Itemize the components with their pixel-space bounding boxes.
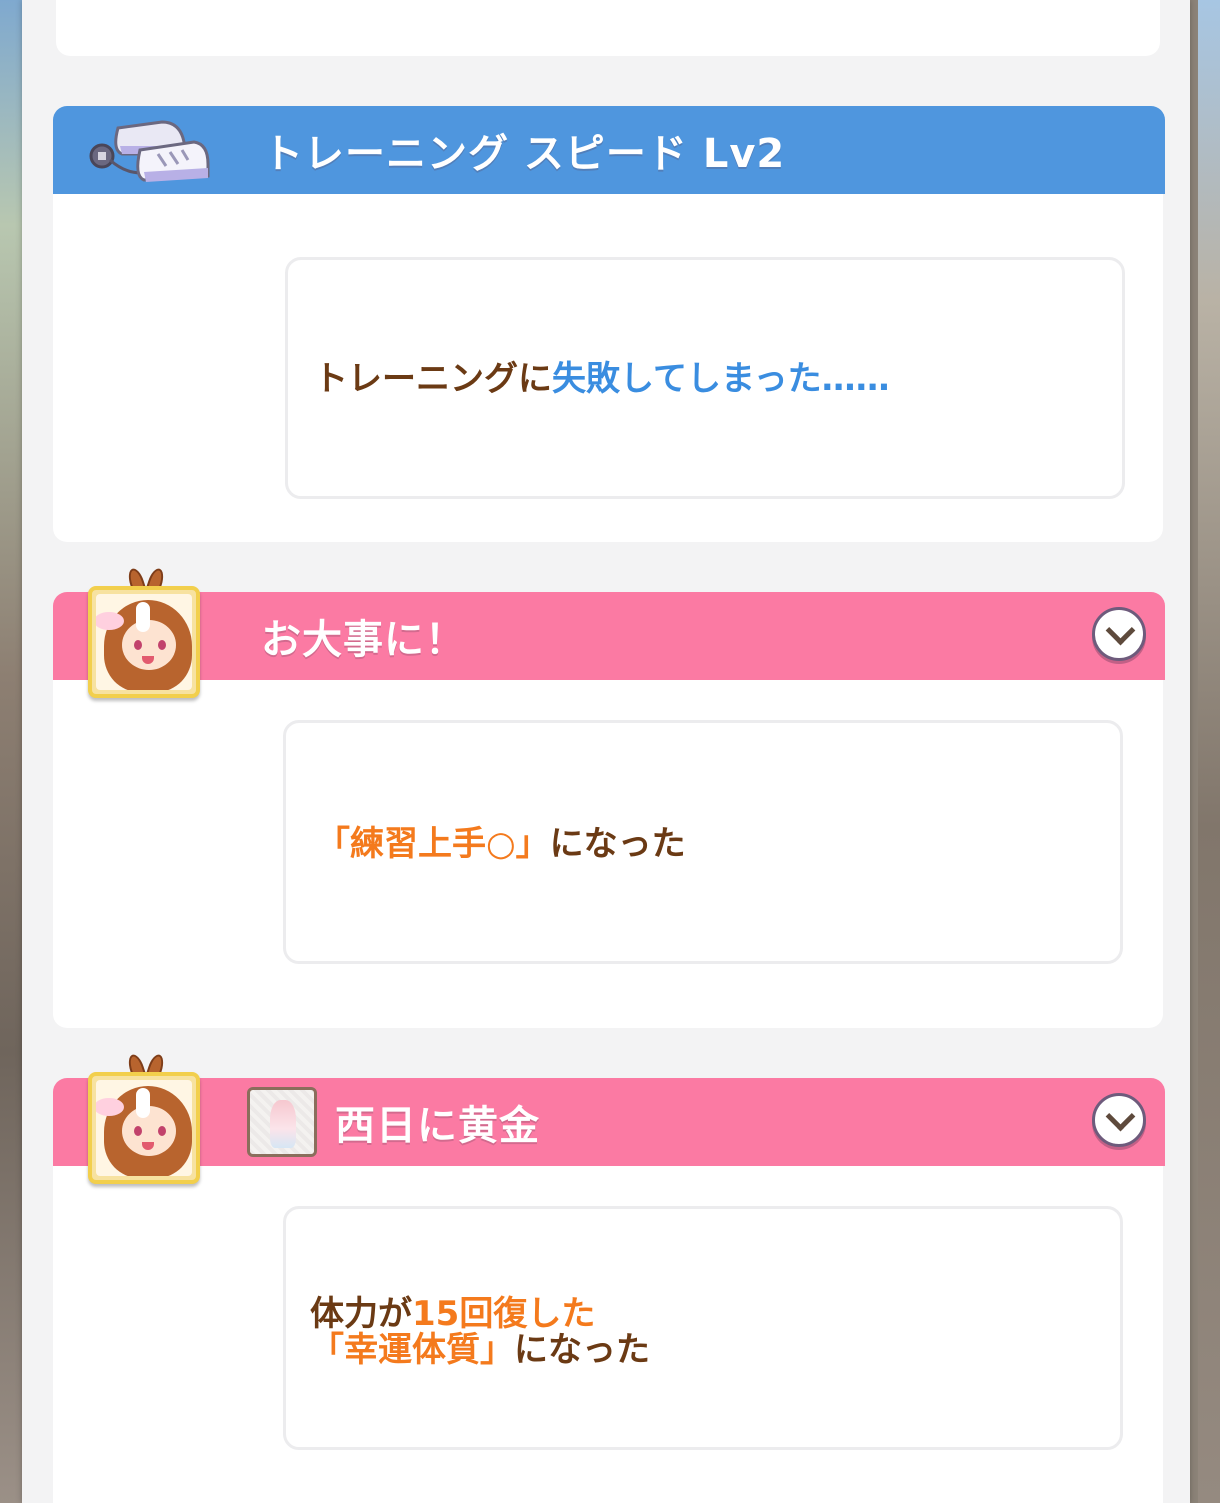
event-title: お大事に！ bbox=[261, 617, 466, 663]
event-message: 「練習上手○」になった bbox=[316, 825, 686, 863]
outfit-icon bbox=[247, 1087, 317, 1157]
message-segment: トレーニングに bbox=[314, 359, 552, 399]
event-header-nishibi: 西日に黄金 bbox=[53, 1078, 1165, 1166]
event-message-box: 「練習上手○」になった bbox=[283, 720, 1123, 964]
sneakers-icon bbox=[89, 120, 210, 182]
message-segment-highlight: 「練習上手○」 bbox=[316, 824, 550, 864]
event-message-line: 体力が15回復した bbox=[310, 1295, 595, 1333]
event-message-box: 体力が15回復した 「幸運体質」になった bbox=[283, 1206, 1123, 1450]
event-message: トレーニングに失敗してしまった…… bbox=[314, 360, 890, 398]
message-segment: になった bbox=[514, 1330, 650, 1370]
message-segment: になった bbox=[549, 824, 686, 864]
event-title: トレーニング スピード Lv2 bbox=[263, 131, 786, 177]
previous-event-card bbox=[56, 0, 1160, 56]
event-log-panel[interactable]: トレーニング スピード Lv2 トレーニングに失敗してしまった…… お大事に！ … bbox=[22, 0, 1190, 1503]
event-message-line: 「幸運体質」になった bbox=[310, 1331, 650, 1369]
event-title: 西日に黄金 bbox=[335, 1103, 540, 1149]
background-right bbox=[1198, 0, 1220, 1503]
expand-chevron-icon[interactable] bbox=[1092, 607, 1146, 661]
message-segment: 体力が bbox=[310, 1294, 412, 1334]
character-avatar-icon bbox=[88, 1072, 200, 1184]
event-header-training: トレーニング スピード Lv2 bbox=[53, 106, 1165, 194]
message-segment-highlight: 「幸運体質」 bbox=[310, 1330, 514, 1370]
message-segment-highlight: 15回復した bbox=[412, 1294, 596, 1334]
event-header-odaijini: お大事に！ bbox=[53, 592, 1165, 680]
character-avatar-icon bbox=[88, 586, 200, 698]
event-message-box: トレーニングに失敗してしまった…… bbox=[285, 257, 1125, 499]
message-segment-highlight: 失敗してしまった…… bbox=[552, 359, 890, 399]
background-left bbox=[0, 0, 22, 1503]
expand-chevron-icon[interactable] bbox=[1092, 1093, 1146, 1147]
